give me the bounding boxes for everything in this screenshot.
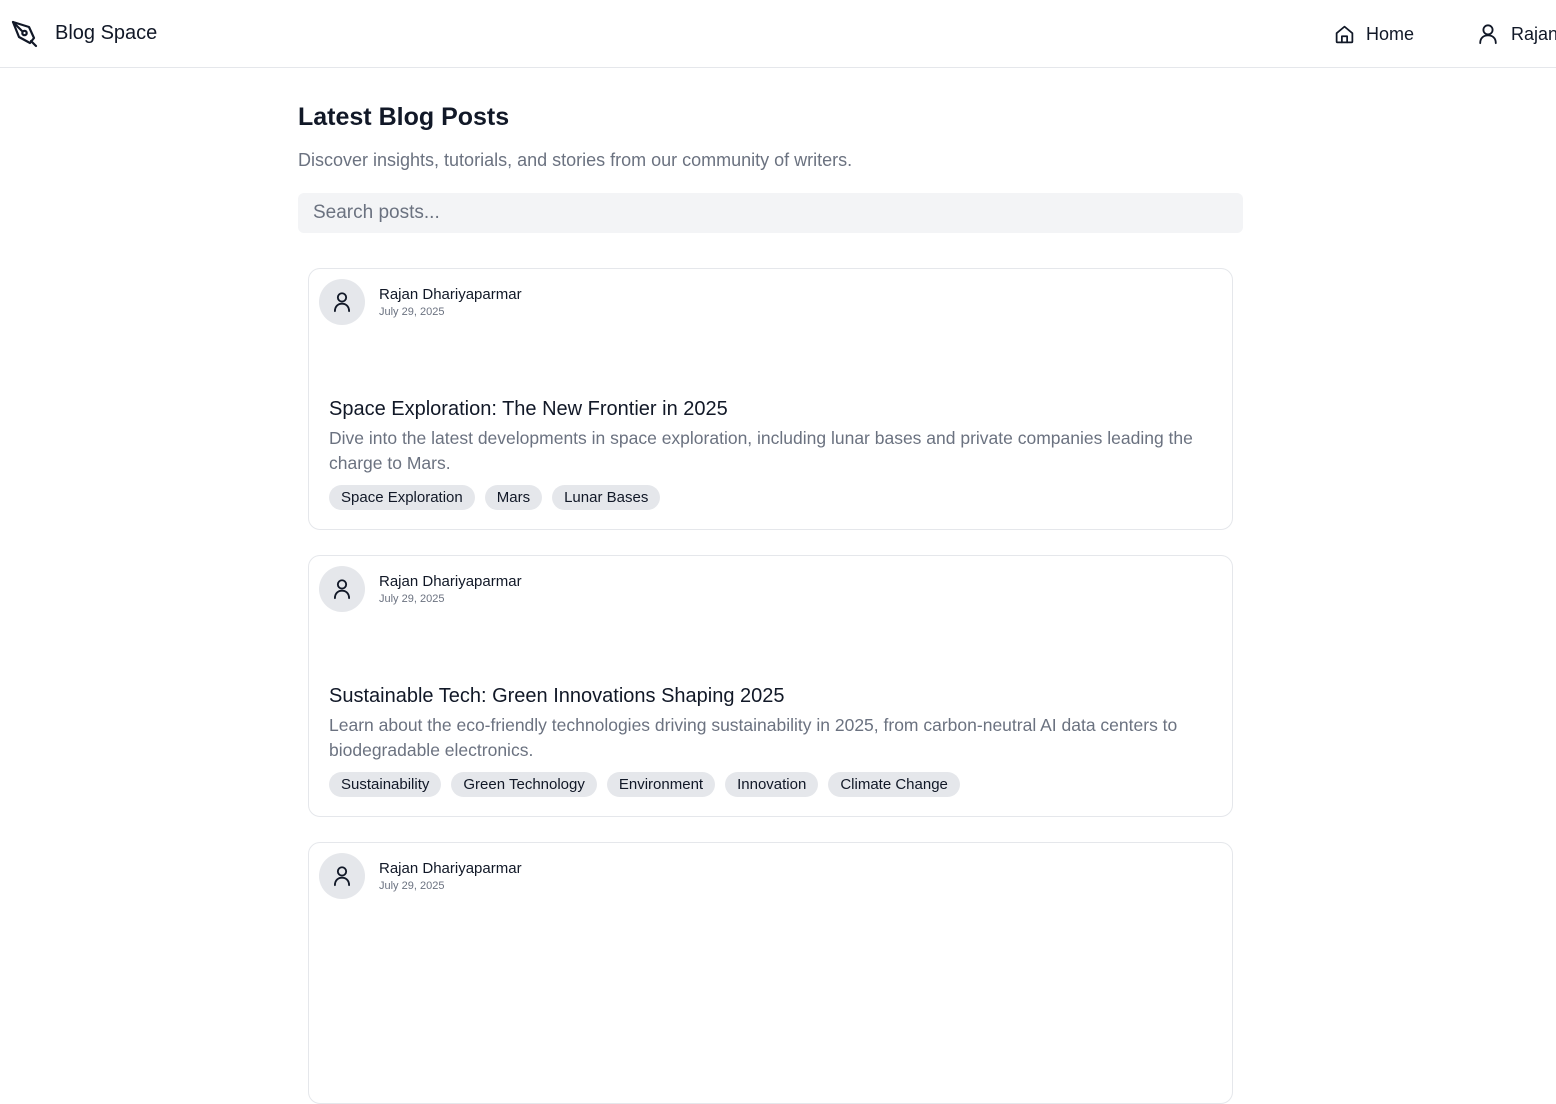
pen-nib-icon (10, 18, 40, 48)
post-tag[interactable]: Space Exploration (329, 485, 475, 510)
post-tags: Sustainability Green Technology Environm… (329, 772, 960, 797)
post-date: July 29, 2025 (379, 880, 445, 892)
user-icon (1477, 22, 1499, 46)
nav-home-link[interactable]: Home (1334, 24, 1414, 45)
post-tag[interactable]: Lunar Bases (552, 485, 661, 510)
home-icon (1334, 24, 1355, 45)
post-tag[interactable]: Climate Change (828, 772, 960, 797)
post-tag[interactable]: Green Technology (451, 772, 597, 797)
user-avatar-icon (332, 577, 352, 601)
post-card[interactable]: Rajan Dhariyaparmar July 29, 2025 (308, 842, 1233, 1104)
post-tag[interactable]: Environment (606, 772, 716, 797)
post-author: Rajan Dhariyaparmar (379, 573, 522, 590)
search-input[interactable] (298, 193, 1243, 233)
author-avatar (319, 566, 365, 612)
post-tags: Space Exploration Mars Lunar Bases (329, 485, 661, 510)
post-tag[interactable]: Mars (484, 485, 543, 510)
post-tag[interactable]: Sustainability (329, 772, 442, 797)
brand-link[interactable]: Blog Space (10, 18, 157, 48)
post-author: Rajan Dhariyaparmar (379, 286, 522, 303)
user-avatar-icon (332, 290, 352, 314)
post-author: Rajan Dhariyaparmar (379, 860, 522, 877)
post-excerpt: Dive into the latest developments in spa… (329, 428, 1193, 473)
nav-home-label: Home (1366, 24, 1415, 44)
main-content: Latest Blog Posts Discover insights, tut… (298, 100, 1243, 233)
brand-name: Blog Space (55, 21, 158, 44)
nav-user-label: Rajan (1511, 23, 1556, 44)
author-avatar (319, 853, 365, 899)
author-avatar (319, 279, 365, 325)
page-title: Latest Blog Posts (298, 103, 510, 131)
post-date: July 29, 2025 (379, 306, 445, 318)
post-date: July 29, 2025 (379, 593, 445, 605)
top-navbar: Blog Space Home Rajan (0, 0, 1556, 68)
post-title[interactable]: Space Exploration: The New Frontier in 2… (329, 398, 728, 421)
post-tag[interactable]: Innovation (725, 772, 819, 797)
page-subtitle: Discover insights, tutorials, and storie… (298, 150, 853, 170)
user-avatar-icon (332, 864, 352, 888)
nav-user-link[interactable]: Rajan (1477, 22, 1556, 46)
post-card[interactable]: Rajan Dhariyaparmar July 29, 2025 Space … (308, 268, 1233, 530)
post-excerpt: Learn about the eco-friendly technologie… (329, 715, 1178, 760)
post-title[interactable]: Sustainable Tech: Green Innovations Shap… (329, 685, 785, 708)
post-card[interactable]: Rajan Dhariyaparmar July 29, 2025 Sustai… (308, 555, 1233, 817)
